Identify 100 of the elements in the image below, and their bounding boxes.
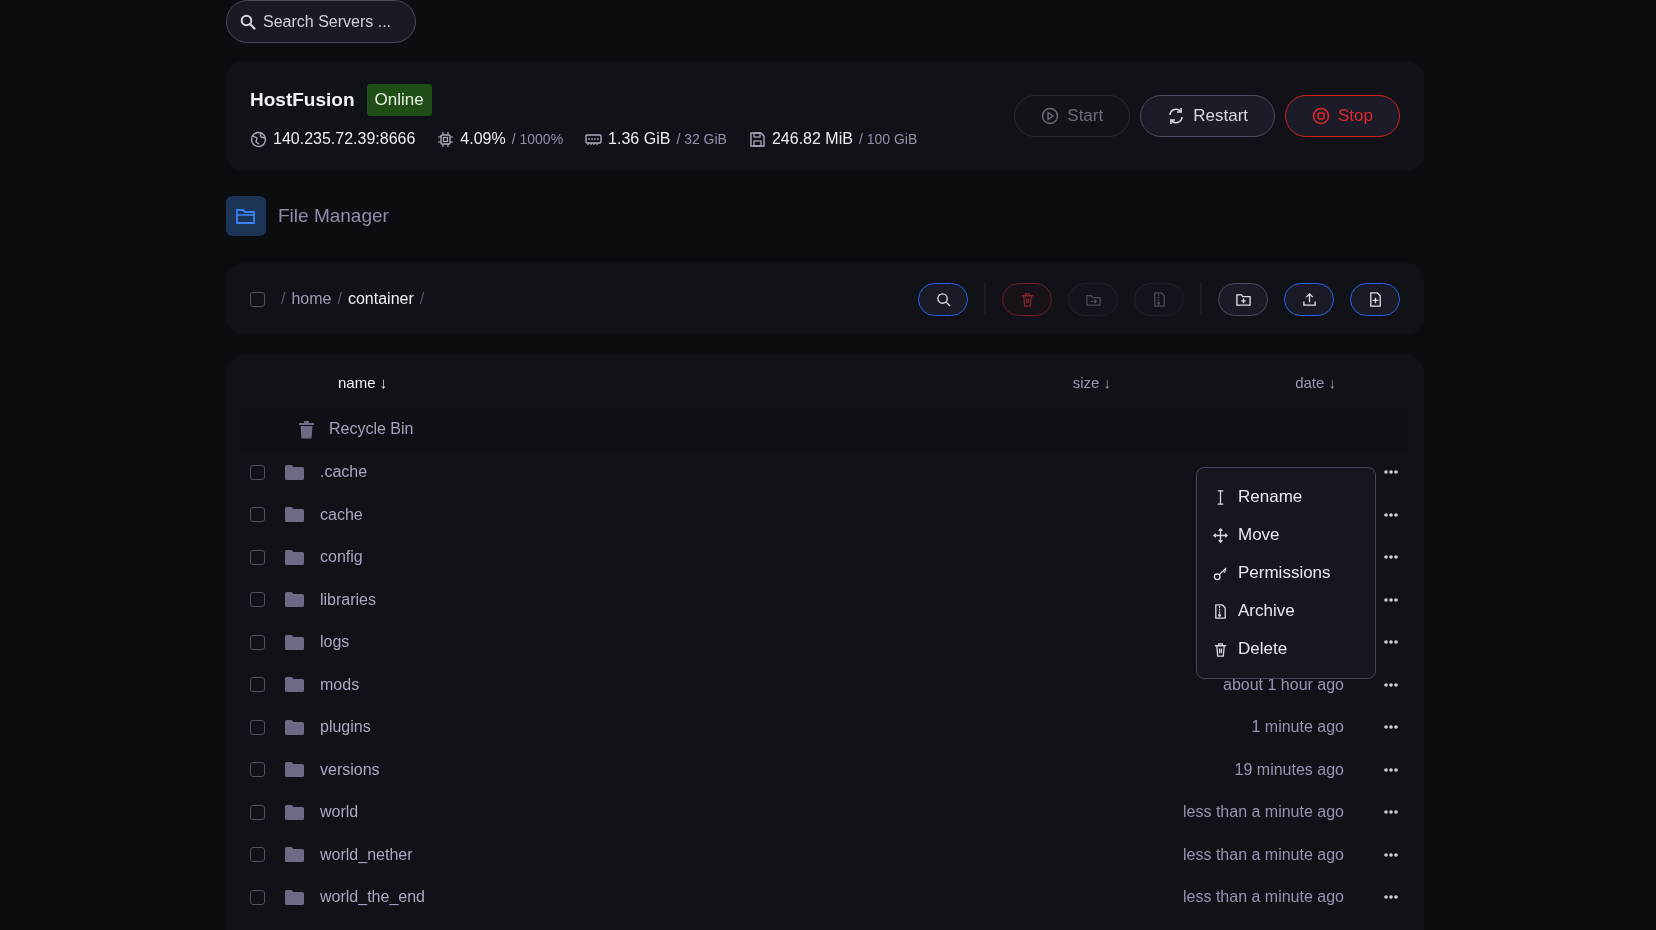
more-options-button[interactable] [1382,468,1400,477]
search-icon [935,291,951,307]
zip-file-icon [1151,291,1167,307]
move-arrows-icon [1213,527,1228,543]
row-checkbox[interactable] [250,762,265,778]
more-options-button[interactable] [1382,723,1400,732]
column-header[interactable]: size ↓ [1072,373,1112,391]
menu-item[interactable]: Permissions [1197,554,1375,592]
file-name[interactable]: versions [320,760,380,779]
stat-value: 1.36 GiB [608,130,671,148]
column-header[interactable]: date ↓ [1295,373,1336,391]
more-icon [1384,810,1398,815]
more-icon [1384,852,1398,857]
modified-date: 19 minutes ago [1234,760,1344,778]
recycle-bin-label: Recycle Bin [329,420,414,438]
section-title: File Manager [278,205,389,227]
file-name[interactable]: world [320,803,359,822]
file-name[interactable]: logs [320,633,350,652]
file-name[interactable]: world_nether [320,845,413,864]
file-name[interactable]: cache [320,505,363,524]
more-options-button[interactable] [1382,808,1400,817]
row-checkbox[interactable] [250,464,265,480]
row-checkbox[interactable] [250,847,265,863]
more-icon [1384,682,1398,687]
modified-date: less than a minute ago [1183,888,1344,906]
key-icon [1213,565,1228,581]
more-icon [1384,555,1398,560]
stat-value: 140.235.72.39:8666 [273,130,416,148]
file-name[interactable]: .cache [320,463,368,482]
more-options-button[interactable] [1382,765,1400,774]
zip-file-icon [1213,603,1228,619]
more-icon [1384,640,1398,645]
more-options-button[interactable] [1382,638,1400,647]
file-plus-icon [1367,291,1383,307]
folder-icon [226,196,266,236]
folder-icon [285,677,304,693]
search-field[interactable]: Search Servers ... [226,0,416,43]
upload-button[interactable] [1284,282,1334,316]
more-options-button[interactable] [1382,850,1400,859]
file-name[interactable]: plugins [320,718,371,737]
modified-date: less than a minute ago [1183,845,1344,863]
folder-icon [285,464,304,480]
row-checkbox[interactable] [250,592,265,608]
more-icon [1384,512,1398,517]
menu-item[interactable]: Move [1197,516,1375,554]
more-icon [1384,767,1398,772]
file-name[interactable]: world_the_end [320,888,425,907]
menu-item[interactable]: Delete [1197,630,1375,668]
folder-icon [285,804,304,820]
menu-item[interactable]: Archive [1197,592,1375,630]
modified-date: 1 minute ago [1251,718,1344,736]
stat-value: 4.09% [460,130,506,148]
folder-icon [285,889,304,905]
globe-icon [250,130,267,148]
more-options-button[interactable] [1382,893,1400,902]
folder-plus-icon [1235,291,1251,307]
modified-date: less than a minute ago [1183,803,1344,821]
row-checkbox[interactable] [250,549,265,565]
stat-value: 246.82 MiB [771,130,853,148]
server-name: HostFusion [250,89,355,111]
more-icon [1384,597,1398,602]
new-folder-button[interactable] [1218,282,1268,316]
file-name[interactable]: config [320,548,363,567]
trash-icon [298,419,315,439]
folder-icon [285,762,304,778]
folder-icon [285,634,304,650]
more-icon [1384,470,1398,475]
file-name[interactable]: libraries [320,590,376,609]
path-separator: / [419,290,425,308]
more-options-button[interactable] [1382,680,1400,689]
status-badge: Online [366,84,432,116]
more-options-button[interactable] [1382,595,1400,604]
more-options-button[interactable] [1382,510,1400,519]
stat-limit: / 32 GiB [676,131,727,147]
restart-button[interactable]: Restart [1140,95,1275,137]
trash-icon [1019,291,1035,307]
row-checkbox[interactable] [250,889,265,905]
row-checkbox[interactable] [250,634,265,650]
breadcrumb-link[interactable]: container [347,290,414,308]
more-options-button[interactable] [1382,553,1400,562]
chip-icon [437,130,455,148]
new-file-button[interactable] [1350,282,1400,316]
breadcrumb-link[interactable]: home [291,290,332,308]
row-checkbox[interactable] [250,507,265,523]
path-separator: / [281,290,286,308]
menu-item[interactable]: Rename [1197,478,1375,516]
folder-icon [285,847,304,863]
folder-icon [285,549,304,565]
upload-icon [1301,291,1317,307]
stop-button[interactable]: Stop [1285,95,1400,137]
file-name[interactable]: mods [320,675,360,694]
select-all-checkbox[interactable] [250,291,265,307]
path-separator: / [337,290,342,308]
column-header[interactable]: name ↓ [338,373,388,391]
refresh-icon [1167,107,1186,125]
row-checkbox[interactable] [250,677,265,693]
row-checkbox[interactable] [250,804,265,820]
row-checkbox[interactable] [250,719,265,735]
search-button[interactable] [918,282,968,316]
stat-limit: / 1000% [511,131,564,147]
